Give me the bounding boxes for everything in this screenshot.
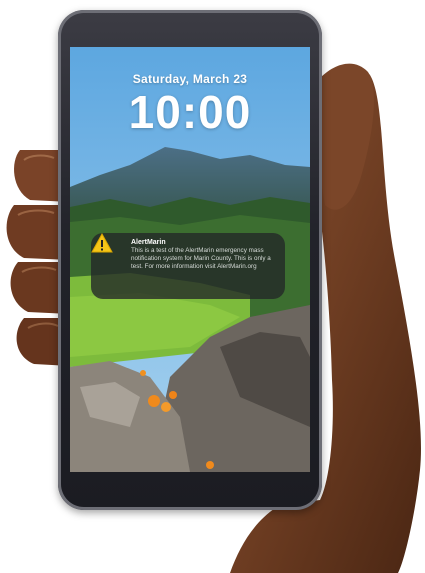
lock-screen-date: Saturday, March 23 [132,72,248,86]
poppy-flower [148,395,160,407]
lock-screen: Saturday, March 23 10:00 AlertMarin This… [70,47,310,472]
alert-notification[interactable]: AlertMarin This is a test of the AlertMa… [91,233,285,299]
notification-app-name: AlertMarin [131,239,166,246]
lock-screen-time: 10:00 [128,86,252,138]
notification-message: This is a test of the AlertMarin emergen… [131,247,271,270]
photo-scene: Saturday, March 23 10:00 AlertMarin This… [0,0,425,573]
warning-triangle-icon [91,233,113,253]
